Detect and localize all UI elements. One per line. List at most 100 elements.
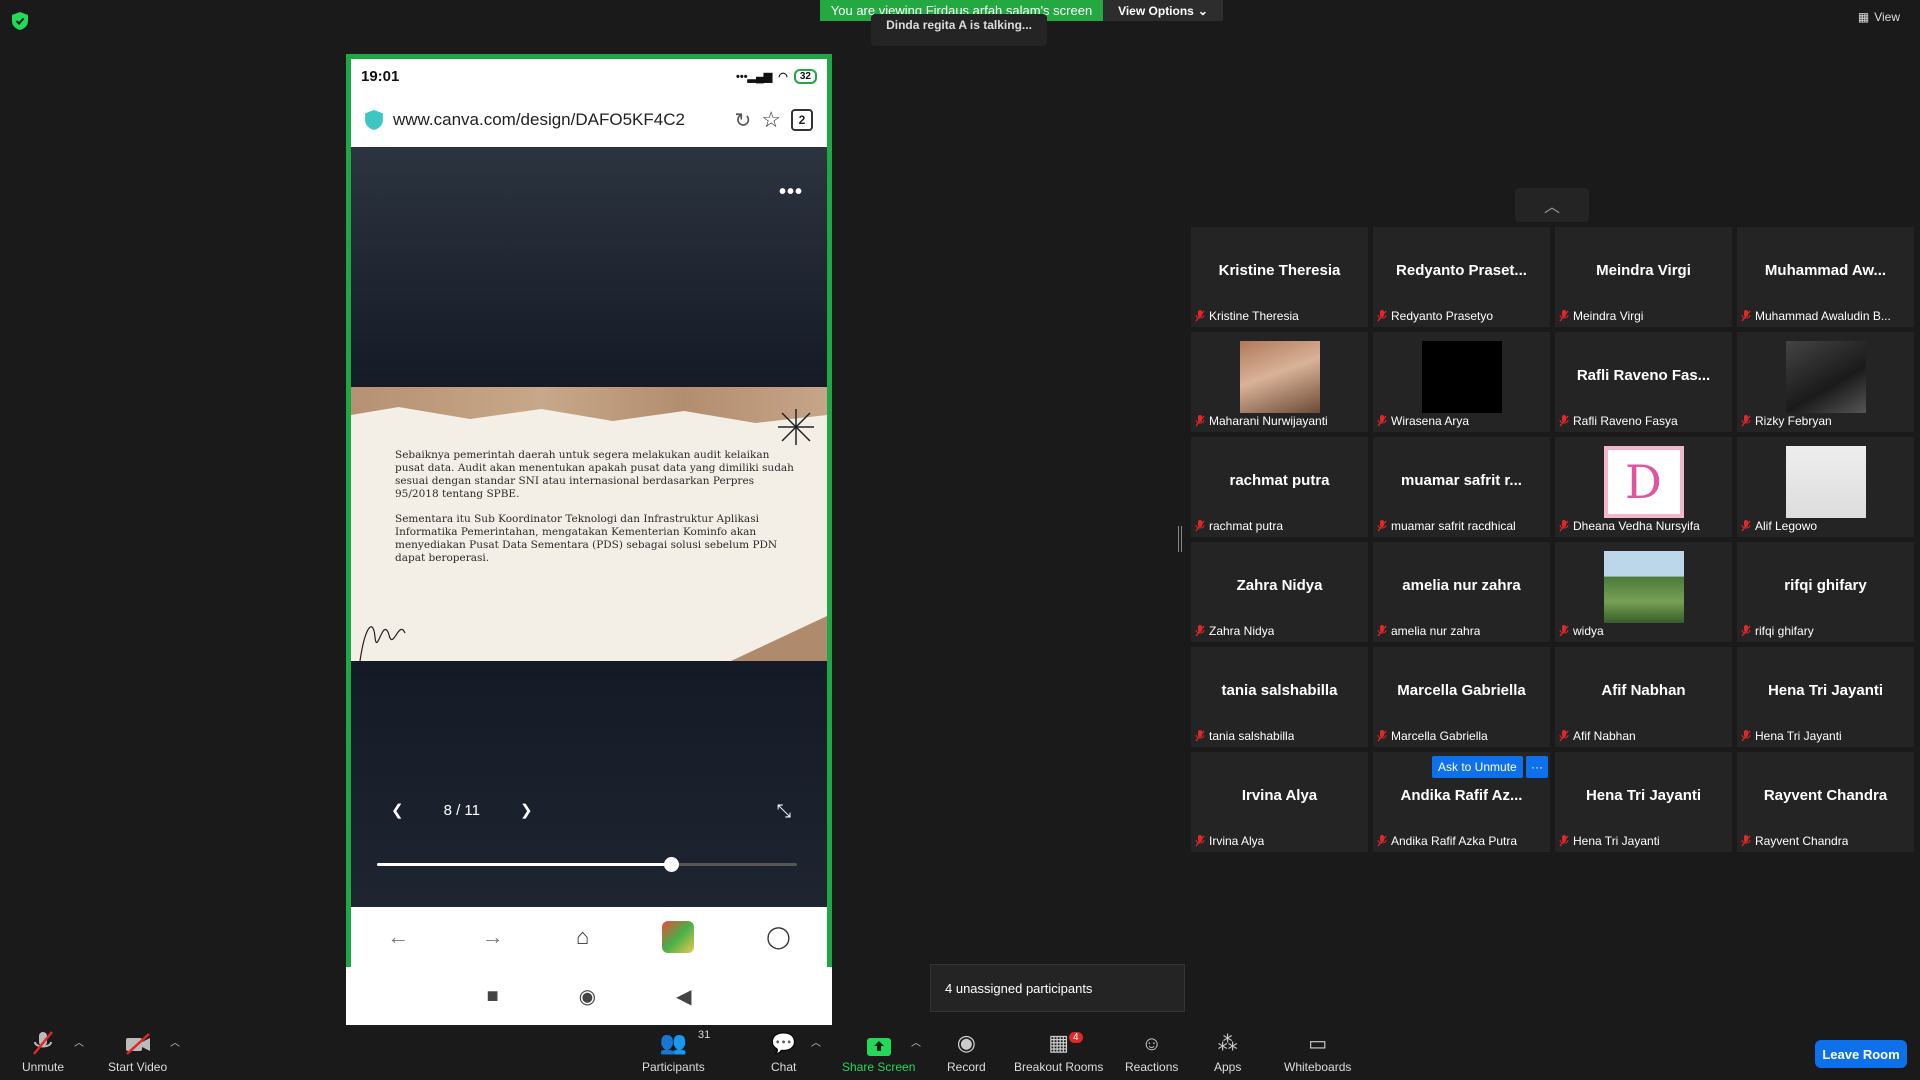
audio-caret-icon[interactable]: ︿ bbox=[74, 1034, 84, 1049]
exit-fullscreen-icon[interactable]: ⤡ bbox=[777, 801, 791, 822]
participant-avatar bbox=[1421, 341, 1502, 413]
record-icon: ◉ bbox=[956, 1030, 976, 1055]
reactions-label: Reactions bbox=[1125, 1060, 1179, 1074]
start-video-button[interactable]: Start Video bbox=[108, 1028, 167, 1074]
splitter-handle[interactable] bbox=[1178, 526, 1182, 552]
record-label: Record bbox=[947, 1060, 986, 1074]
url-text[interactable]: www.canva.com/design/DAFO5KF4C2 bbox=[393, 110, 725, 130]
chat-button[interactable]: 💬 Chat bbox=[771, 1028, 796, 1074]
share-screen-button[interactable]: Share Screen bbox=[842, 1028, 915, 1074]
browser-url-bar[interactable]: www.canva.com/design/DAFO5KF4C2 ↻ ☆ 2 bbox=[351, 93, 827, 147]
mic-muted-icon bbox=[1377, 730, 1387, 742]
participant-tile[interactable]: Wirasena Arya bbox=[1373, 332, 1550, 432]
participant-tile[interactable]: Marcella Gabriella Marcella Gabriella bbox=[1373, 647, 1550, 747]
forward-arrow-icon[interactable]: → bbox=[482, 924, 504, 950]
participant-tile[interactable]: Meindra Virgi Meindra Virgi bbox=[1555, 227, 1732, 327]
participant-name-label: muamar safrit racdhical bbox=[1391, 519, 1516, 533]
participant-name-label: Meindra Virgi bbox=[1573, 309, 1644, 323]
participant-tile[interactable]: Maharani Nurwijayanti bbox=[1191, 332, 1368, 432]
unmute-button[interactable]: Unmute bbox=[22, 1028, 64, 1074]
slider-handle[interactable] bbox=[664, 857, 679, 872]
slider-fill bbox=[377, 863, 671, 866]
participant-tile[interactable]: Afif Nabhan Afif Nabhan bbox=[1555, 647, 1732, 747]
view-button[interactable]: ▦ View bbox=[1858, 10, 1900, 24]
participant-name-label: Rafli Raveno Fasya bbox=[1573, 414, 1678, 428]
chevron-right-icon[interactable]: ❯ bbox=[520, 801, 533, 819]
video-off-icon bbox=[125, 1033, 150, 1055]
participant-name-label: rifqi ghifary bbox=[1755, 624, 1814, 638]
participant-tile[interactable]: rifqi ghifary rifqi ghifary bbox=[1737, 542, 1914, 642]
participant-name-label: tania salshabilla bbox=[1209, 729, 1295, 743]
home-icon[interactable]: ⌂ bbox=[576, 924, 589, 950]
participant-tile[interactable]: Rizky Febryan bbox=[1737, 332, 1914, 432]
ask-to-unmute-button[interactable]: Ask to Unmute bbox=[1432, 756, 1523, 778]
participant-name-label: Rizky Febryan bbox=[1755, 414, 1832, 428]
whiteboards-button[interactable]: ▭ Whiteboards bbox=[1284, 1028, 1351, 1074]
tab-count-button[interactable]: 2 bbox=[791, 109, 813, 131]
participant-tile[interactable]: Rafli Raveno Fas... Rafli Raveno Fasya bbox=[1555, 332, 1732, 432]
participant-tile[interactable]: amelia nur zahra amelia nur zahra bbox=[1373, 542, 1550, 642]
back-arrow-icon[interactable]: ← bbox=[387, 924, 409, 950]
participant-tile[interactable]: Irvina Alya Irvina Alya bbox=[1191, 752, 1368, 852]
meeting-toolbar: Unmute ︿ Start Video ︿ 👥 Participants 31… bbox=[0, 1028, 1920, 1080]
participant-tile[interactable]: muamar safrit r... muamar safrit racdhica… bbox=[1373, 437, 1550, 537]
app-icon[interactable] bbox=[661, 921, 694, 953]
mic-muted-icon bbox=[1741, 520, 1751, 532]
share-screen-label: Share Screen bbox=[842, 1060, 916, 1074]
page-indicator: 8 / 11 bbox=[443, 801, 480, 819]
security-shield-icon[interactable] bbox=[12, 12, 28, 30]
chat-caret-icon[interactable]: ︿ bbox=[811, 1034, 821, 1049]
recents-icon[interactable]: ■ bbox=[487, 985, 499, 1008]
record-button[interactable]: ◉ Record bbox=[947, 1028, 986, 1074]
participant-avatar bbox=[1785, 341, 1866, 413]
more-options-button[interactable]: ··· bbox=[1526, 756, 1548, 778]
reactions-button[interactable]: ☺ Reactions bbox=[1125, 1028, 1178, 1074]
participant-tile[interactable]: tania salshabilla tania salshabilla bbox=[1191, 647, 1368, 747]
view-options-button[interactable]: View Options ⌄ bbox=[1103, 0, 1223, 21]
presentation-bottom: ❮ 8 / 11 ❯ ⤡ bbox=[351, 661, 827, 907]
presentation-top: ••• bbox=[351, 147, 827, 387]
participant-tile[interactable]: Rayvent Chandra Rayvent Chandra bbox=[1737, 752, 1914, 852]
participant-tile[interactable]: Alif Legowo bbox=[1737, 437, 1914, 537]
chevron-up-icon[interactable]: ︿ bbox=[1515, 188, 1589, 222]
home-circle-icon[interactable]: ◉ bbox=[579, 984, 596, 1009]
chevron-left-icon[interactable]: ❮ bbox=[391, 801, 404, 819]
participant-name-label: Hena Tri Jayanti bbox=[1755, 729, 1842, 743]
mic-muted-icon bbox=[1195, 625, 1205, 637]
reactions-icon: ☺ bbox=[1141, 1033, 1162, 1055]
view-label: View bbox=[1874, 10, 1900, 24]
participant-tile[interactable]: D Dheana Vedha Nursyifa bbox=[1555, 437, 1732, 537]
whiteboards-label: Whiteboards bbox=[1284, 1060, 1352, 1074]
back-triangle-icon[interactable]: ◀ bbox=[676, 984, 691, 1009]
mic-muted-icon bbox=[1195, 730, 1205, 742]
breakout-rooms-button[interactable]: ▦ Breakout Rooms 4 bbox=[1014, 1028, 1103, 1074]
more-options-icon[interactable]: ••• bbox=[779, 181, 803, 204]
participant-tile[interactable]: rachmat putra rachmat putra bbox=[1191, 437, 1368, 537]
chevron-down-icon: ⌄ bbox=[1197, 3, 1208, 18]
slide-progress-slider[interactable] bbox=[377, 857, 797, 872]
participant-tile[interactable]: Hena Tri Jayanti Hena Tri Jayanti bbox=[1737, 647, 1914, 747]
apps-button[interactable]: ⁂ Apps bbox=[1214, 1028, 1241, 1074]
participant-tile[interactable]: Redyanto Praset... Redyanto Prasetyo bbox=[1373, 227, 1550, 327]
share-caret-icon[interactable]: ︿ bbox=[911, 1034, 921, 1049]
participant-tile[interactable]: Kristine Theresia Kristine Theresia bbox=[1191, 227, 1368, 327]
participant-tile[interactable]: Zahra Nidya Zahra Nidya bbox=[1191, 542, 1368, 642]
star-icon[interactable]: ☆ bbox=[761, 107, 781, 133]
battery-icon: 32 bbox=[793, 68, 817, 84]
share-screen-icon bbox=[866, 1038, 891, 1056]
video-caret-icon[interactable]: ︿ bbox=[170, 1034, 180, 1049]
participant-tile[interactable]: Hena Tri Jayanti Hena Tri Jayanti bbox=[1555, 752, 1732, 852]
torn-paper-decoration-bottom bbox=[731, 616, 827, 661]
reload-icon[interactable]: ↻ bbox=[735, 108, 752, 133]
participant-tile[interactable]: Muhammad Aw... Muhammad Awaludin B... bbox=[1737, 227, 1914, 327]
profile-icon[interactable]: ◯ bbox=[766, 924, 791, 950]
participants-icon: 👥 bbox=[659, 1030, 688, 1055]
participant-name-label: Alif Legowo bbox=[1755, 519, 1818, 533]
secure-site-icon bbox=[365, 110, 383, 130]
participant-name-label: Hena Tri Jayanti bbox=[1573, 834, 1660, 848]
participant-tile[interactable]: widya bbox=[1555, 542, 1732, 642]
mic-muted-icon bbox=[1377, 835, 1387, 847]
participants-button[interactable]: 👥 Participants 31 bbox=[642, 1028, 710, 1074]
leave-room-button[interactable]: Leave Room bbox=[1815, 1040, 1907, 1068]
participant-name-label: Dheana Vedha Nursyifa bbox=[1573, 519, 1700, 533]
